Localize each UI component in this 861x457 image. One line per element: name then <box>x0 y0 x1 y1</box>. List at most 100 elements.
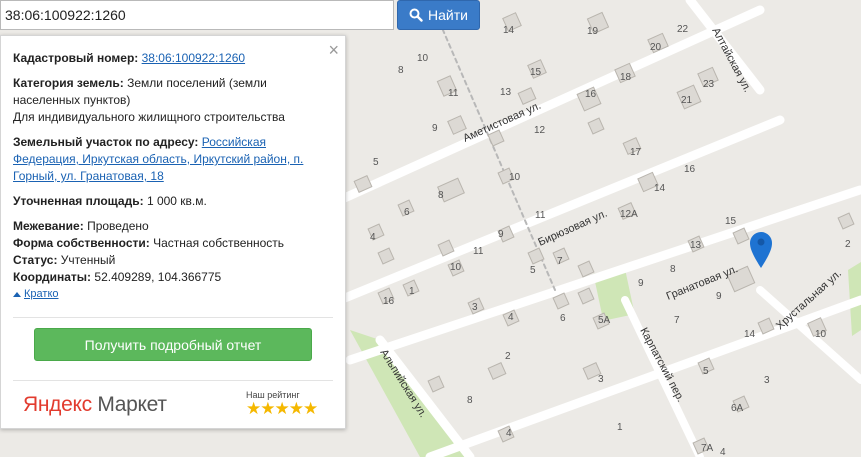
house-number: 18 <box>620 72 632 83</box>
house-number: 8 <box>467 395 473 406</box>
house-number: 4 <box>506 428 512 439</box>
house-number: 17 <box>630 147 642 158</box>
address-link-1[interactable]: Российская <box>202 135 266 149</box>
logo-part-1: Яндекс <box>23 393 92 416</box>
ownership-row: Форма собственности: Частная собственнос… <box>13 235 333 252</box>
area-label: Уточненная площадь: <box>13 194 144 208</box>
address-link-3[interactable]: Горный, ул. Гранатовая, 18 <box>13 169 164 183</box>
house-number: 11 <box>448 88 459 99</box>
house-number: 10 <box>417 53 429 64</box>
usage-text: Для индивидуального жилищного строительс… <box>13 110 285 124</box>
house-number: 6 <box>404 207 410 218</box>
house-number: 3 <box>764 375 770 386</box>
house-number: 10 <box>815 329 827 340</box>
house-number: 4 <box>720 447 726 457</box>
divider <box>13 317 333 318</box>
house-number: 1 <box>409 286 415 297</box>
house-number: 2 <box>845 239 851 250</box>
house-number: 9 <box>432 123 438 134</box>
house-number: 8 <box>438 190 444 201</box>
category-row: Категория земель: Земли поселений (земли <box>13 75 333 92</box>
cadastral-label: Кадастровый номер: <box>13 51 139 65</box>
cadastral-row: Кадастровый номер: 38:06:100922:1260 <box>13 50 333 67</box>
coords-row: Координаты: 52.409289, 104.366775 <box>13 269 333 286</box>
house-number: 4 <box>508 312 514 323</box>
house-number: 20 <box>650 42 662 53</box>
house-number: 7 <box>674 315 680 326</box>
house-number: 15 <box>725 216 737 227</box>
house-number: 19 <box>587 26 599 37</box>
house-number: 15 <box>530 67 542 78</box>
ownership-label: Форма собственности: <box>13 236 150 250</box>
house-number: 14 <box>503 25 515 36</box>
category-value-2: населенных пунктов) <box>13 93 131 107</box>
house-number: 2 <box>505 351 511 362</box>
house-number: 11 <box>473 246 484 257</box>
search-button-label: Найти <box>428 7 468 23</box>
address-label: Земельный участок по адресу: <box>13 135 199 149</box>
status-label: Статус: <box>13 253 58 267</box>
house-number: 7А <box>701 443 714 454</box>
close-icon[interactable]: × <box>328 41 339 59</box>
house-number: 9 <box>638 278 644 289</box>
survey-row: Межевание: Проведено <box>13 218 333 235</box>
house-number: 3 <box>598 374 604 385</box>
search-input[interactable]: 38:06:100922:1260 <box>0 0 394 30</box>
house-number: 14 <box>654 183 666 194</box>
logo-part-2: Маркет <box>97 393 167 416</box>
house-number: 6А <box>731 403 744 414</box>
search-icon <box>409 8 423 22</box>
collapse-label: Кратко <box>24 288 59 300</box>
area-value: 1 000 кв.м. <box>146 194 207 208</box>
house-number: 5 <box>530 265 536 276</box>
category-label: Категория земель: <box>13 76 124 90</box>
collapse-link[interactable]: Кратко <box>13 288 333 300</box>
survey-value: Проведено <box>87 219 149 233</box>
house-number: 16 <box>684 164 696 175</box>
house-number: 13 <box>690 240 702 251</box>
house-number: 3 <box>472 302 478 313</box>
status-value: Учтенный <box>60 253 116 267</box>
house-number: 9 <box>716 291 722 302</box>
house-number: 6 <box>560 313 566 324</box>
house-number: 4 <box>370 232 376 243</box>
house-number: 8 <box>670 264 676 275</box>
search-button[interactable]: Найти <box>397 0 480 30</box>
status-row: Статус: Учтенный <box>13 252 333 269</box>
house-number: 5 <box>373 157 379 168</box>
house-number: 16 <box>585 89 597 100</box>
house-number: 14 <box>744 329 756 340</box>
coords-label: Координаты: <box>13 270 92 284</box>
house-number: 5 <box>703 366 709 377</box>
house-number: 10 <box>450 262 462 273</box>
house-number: 5А <box>598 315 611 326</box>
house-number: 21 <box>681 95 693 106</box>
house-number: 12 <box>534 125 546 136</box>
report-button[interactable]: Получить подробный отчет <box>34 328 312 361</box>
area-row: Уточненная площадь: 1 000 кв.м. <box>13 193 333 210</box>
house-number: 11 <box>535 210 546 221</box>
house-number: 1 <box>617 422 623 433</box>
ownership-value: Частная собственность <box>153 236 285 250</box>
house-number: 10 <box>509 172 521 183</box>
coords-value: 52.409289, 104.366775 <box>94 270 222 284</box>
house-number: 13 <box>500 87 512 98</box>
rating-stars-icon: ★★★★★ <box>246 399 318 418</box>
address-link-2[interactable]: Федерация, Иркутская область, Иркутский … <box>13 152 303 166</box>
house-number: 23 <box>703 79 715 90</box>
address-row-1: Земельный участок по адресу: Российская <box>13 134 333 151</box>
yandex-market-logo[interactable]: Яндекс Маркет <box>23 393 167 417</box>
house-number: 9 <box>498 229 504 240</box>
house-number: 8 <box>398 65 404 76</box>
house-number: 7 <box>557 256 563 267</box>
house-number: 16 <box>383 296 395 307</box>
cadastral-link[interactable]: 38:06:100922:1260 <box>142 51 245 65</box>
house-number: 12А <box>620 209 638 220</box>
survey-label: Межевание: <box>13 219 84 233</box>
rating-block[interactable]: Наш рейтинг ★★★★★ <box>246 390 318 418</box>
divider <box>13 380 333 381</box>
house-number: 22 <box>677 24 689 35</box>
collapse-up-icon <box>13 291 21 297</box>
category-value-1: Земли поселений (земли <box>127 76 267 90</box>
info-panel: × Кадастровый номер: 38:06:100922:1260 К… <box>0 35 346 429</box>
